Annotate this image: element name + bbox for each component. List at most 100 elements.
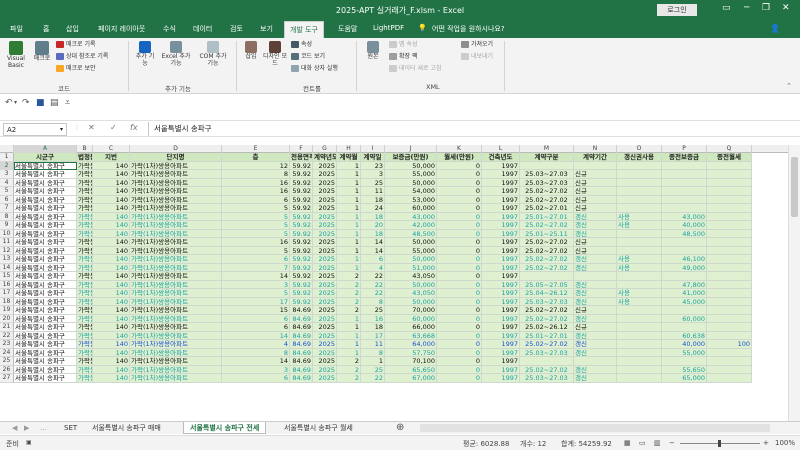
name-box[interactable]: A2 ▾ bbox=[3, 123, 67, 136]
table-cell[interactable]: 140 bbox=[93, 187, 130, 196]
record-macro-button[interactable]: 매크로 기록 bbox=[56, 41, 96, 48]
addin-button[interactable]: 추가 기능 bbox=[134, 41, 156, 67]
table-cell[interactable]: 2 bbox=[337, 357, 361, 366]
table-cell[interactable]: 59.92 bbox=[290, 289, 313, 298]
table-cell[interactable] bbox=[617, 374, 662, 383]
row-header[interactable]: 14 bbox=[0, 263, 14, 272]
table-cell[interactable]: 사용 bbox=[617, 263, 662, 272]
table-cell[interactable]: 1997 bbox=[482, 331, 520, 340]
table-cell[interactable]: 5 bbox=[222, 289, 290, 298]
table-cell[interactable]: 140 bbox=[93, 280, 130, 289]
zoom-slider-thumb[interactable] bbox=[718, 440, 721, 447]
table-cell[interactable] bbox=[574, 357, 617, 366]
table-cell[interactable]: 25 bbox=[361, 178, 385, 187]
table-cell[interactable]: 25.01~27.01 bbox=[520, 331, 574, 340]
table-cell[interactable]: 1 bbox=[337, 161, 361, 170]
scroll-right-icon[interactable]: ▶ bbox=[18, 422, 35, 434]
table-cell[interactable]: 2025 bbox=[313, 161, 337, 170]
table-cell[interactable]: 6 bbox=[222, 195, 290, 204]
table-cell[interactable]: 43,000 bbox=[662, 212, 707, 221]
row-header[interactable]: 9 bbox=[0, 221, 14, 230]
table-cell[interactable] bbox=[707, 212, 752, 221]
table-cell[interactable] bbox=[617, 365, 662, 374]
table-cell[interactable]: 1997 bbox=[482, 272, 520, 281]
table-cell[interactable]: 12 bbox=[222, 161, 290, 170]
tab-insert[interactable]: 삽입 bbox=[66, 24, 79, 34]
vertical-scrollbar[interactable] bbox=[788, 145, 800, 421]
row-header[interactable]: 4 bbox=[0, 178, 14, 187]
table-cell[interactable]: 신규 bbox=[574, 195, 617, 204]
table-cell[interactable] bbox=[617, 340, 662, 349]
table-cell[interactable]: 59.92 bbox=[290, 246, 313, 255]
table-cell[interactable] bbox=[707, 272, 752, 281]
table-cell[interactable]: 140 bbox=[93, 323, 130, 332]
table-cell[interactable]: 18 bbox=[361, 323, 385, 332]
table-cell[interactable]: 서울특별시 송파구 bbox=[14, 255, 77, 264]
table-cell[interactable]: 2025 bbox=[313, 289, 337, 298]
table-cell[interactable]: 가락동 bbox=[77, 331, 93, 340]
table-cell[interactable]: 0 bbox=[437, 195, 482, 204]
table-cell[interactable]: 140 bbox=[93, 221, 130, 230]
column-header[interactable]: O bbox=[617, 145, 662, 153]
header-cell[interactable]: 보증금(만원) bbox=[385, 153, 437, 162]
table-cell[interactable]: 1 bbox=[337, 187, 361, 196]
row-header[interactable]: 20 bbox=[0, 314, 14, 323]
table-cell[interactable]: 64,000 bbox=[385, 340, 437, 349]
chevron-down-icon[interactable]: ▾ bbox=[60, 125, 63, 135]
table-cell[interactable]: 갱신 bbox=[574, 255, 617, 264]
table-cell[interactable] bbox=[662, 178, 707, 187]
table-cell[interactable]: 가락(1차)쌍용아파트 bbox=[130, 280, 222, 289]
table-cell[interactable]: 6 bbox=[222, 255, 290, 264]
header-cell[interactable]: 종전보증금 bbox=[662, 153, 707, 162]
table-cell[interactable]: 1997 bbox=[482, 195, 520, 204]
table-cell[interactable]: 25.03~27.03 bbox=[520, 374, 574, 383]
table-cell[interactable]: 0 bbox=[437, 272, 482, 281]
table-cell[interactable]: 서울특별시 송파구 bbox=[14, 204, 77, 213]
table-cell[interactable] bbox=[707, 365, 752, 374]
table-cell[interactable]: 50,000 bbox=[385, 280, 437, 289]
table-cell[interactable]: 0 bbox=[437, 331, 482, 340]
table-cell[interactable]: 서울특별시 송파구 bbox=[14, 272, 77, 281]
table-cell[interactable]: 1 bbox=[337, 195, 361, 204]
table-cell[interactable]: 140 bbox=[93, 178, 130, 187]
table-cell[interactable]: 50,000 bbox=[385, 238, 437, 247]
table-cell[interactable]: 1997 bbox=[482, 365, 520, 374]
table-cell[interactable]: 25.02~27.02 bbox=[520, 314, 574, 323]
table-cell[interactable]: 40,000 bbox=[662, 340, 707, 349]
relative-reference-button[interactable]: 상대 참조로 기록 bbox=[56, 53, 108, 60]
table-cell[interactable]: 가락동 bbox=[77, 263, 93, 272]
table-cell[interactable]: 16 bbox=[361, 314, 385, 323]
table-cell[interactable] bbox=[617, 357, 662, 366]
table-cell[interactable]: 갱신 bbox=[574, 331, 617, 340]
table-cell[interactable]: 2025 bbox=[313, 348, 337, 357]
table-cell[interactable]: 43,050 bbox=[385, 289, 437, 298]
horizontal-scrollbar[interactable] bbox=[420, 424, 770, 432]
table-cell[interactable]: 0 bbox=[437, 340, 482, 349]
table-cell[interactable]: 59.92 bbox=[290, 221, 313, 230]
table-cell[interactable] bbox=[707, 314, 752, 323]
table-cell[interactable]: 2025 bbox=[313, 374, 337, 383]
table-cell[interactable] bbox=[617, 272, 662, 281]
table-cell[interactable]: 140 bbox=[93, 314, 130, 323]
table-cell[interactable]: 서울특별시 송파구 bbox=[14, 187, 77, 196]
table-cell[interactable] bbox=[617, 195, 662, 204]
table-cell[interactable]: 22 bbox=[361, 280, 385, 289]
row-header[interactable]: 15 bbox=[0, 272, 14, 281]
table-cell[interactable]: 2025 bbox=[313, 340, 337, 349]
table-cell[interactable]: 가락(1차)쌍용아파트 bbox=[130, 246, 222, 255]
table-cell[interactable]: 140 bbox=[93, 204, 130, 213]
table-cell[interactable] bbox=[707, 289, 752, 298]
table-cell[interactable]: 2025 bbox=[313, 221, 337, 230]
table-cell[interactable]: 2025 bbox=[313, 204, 337, 213]
row-header[interactable]: 12 bbox=[0, 246, 14, 255]
table-cell[interactable]: 0 bbox=[437, 263, 482, 272]
header-cell[interactable]: 갱신권사용 bbox=[617, 153, 662, 162]
table-cell[interactable] bbox=[617, 178, 662, 187]
table-cell[interactable]: 14 bbox=[222, 272, 290, 281]
row-header[interactable]: 5 bbox=[0, 187, 14, 196]
table-cell[interactable]: 가락(1차)쌍용아파트 bbox=[130, 272, 222, 281]
table-cell[interactable]: 1 bbox=[337, 178, 361, 187]
page-break-view-icon[interactable]: ▥ bbox=[654, 439, 661, 447]
tab-file[interactable]: 파일 bbox=[10, 24, 23, 34]
table-cell[interactable]: 서울특별시 송파구 bbox=[14, 289, 77, 298]
